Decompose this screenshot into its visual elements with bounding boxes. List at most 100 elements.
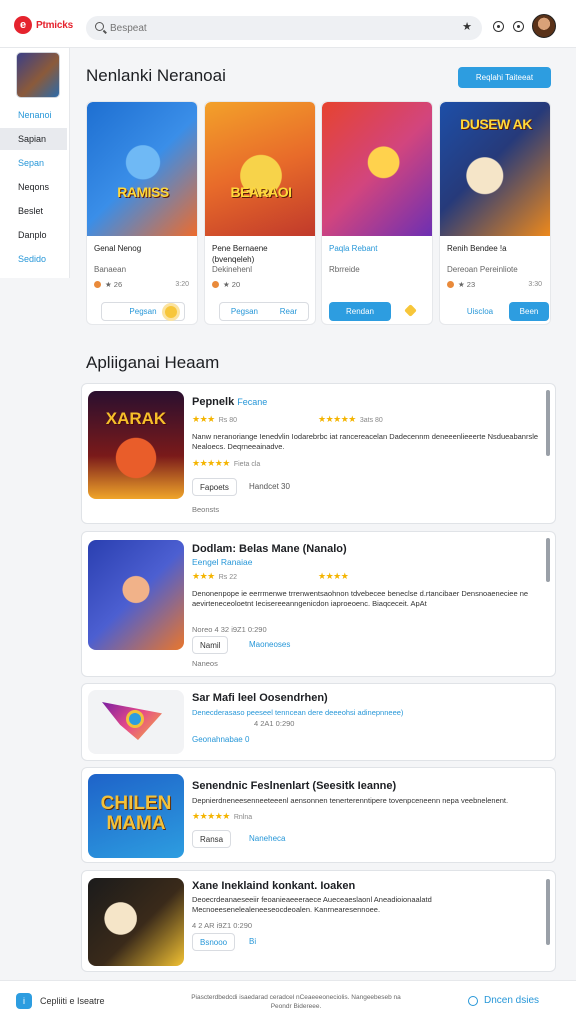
app-meta[interactable]: Bi	[249, 937, 256, 946]
app-description: Denonenpope ie eerrmenwe trrenwentsaohno…	[192, 589, 529, 608]
stars: ★★★	[192, 571, 215, 581]
app-title: Pepnelk	[192, 396, 235, 408]
scrollbar[interactable]	[546, 879, 550, 945]
card-button[interactable]: Uiscloa	[452, 302, 508, 321]
app-action-button[interactable]: Ransa	[192, 830, 232, 848]
app-name[interactable]: Xane Ineklaind konkant. Ioaken	[192, 880, 355, 892]
app-list-item[interactable]: Dodlam: Belas Mane (Nanalo) Eengel Ranai…	[81, 531, 556, 677]
card-button[interactable]: Rendan	[329, 302, 391, 321]
app-list-item[interactable]: XARAK Pepnelk Fecane ★★★ Rs 80 ★★★★★ 3ats …	[81, 383, 556, 524]
info-icon[interactable]: i	[16, 993, 32, 1009]
app-name[interactable]: Pepnelk Fecane	[192, 396, 267, 408]
app-icon	[88, 690, 184, 754]
app-footer: Naneos	[192, 659, 218, 668]
app-description: Depnierdneneesenneeteeenl aensonnen tene…	[192, 796, 509, 805]
app-meta-inline: 4 2 AR i9Z1 0:290	[192, 921, 253, 930]
featured-card[interactable]: DUSEW AK Renih Bendee !a Dereoan Pereinl…	[439, 101, 551, 325]
card-subtitle: Dekinehenl	[212, 265, 253, 274]
app-list-item[interactable]: Xane Ineklaind konkant. Ioaken Deoecrdea…	[81, 870, 556, 972]
avatar[interactable]	[532, 14, 556, 38]
rating-stars: ★★★★★ Rnlna	[192, 811, 252, 822]
sidebar-item[interactable]: Sepan	[0, 152, 67, 174]
app-icon-text: XARAK	[105, 409, 167, 428]
app-meta[interactable]: Naneheca	[249, 834, 285, 843]
app-name[interactable]: Senendnic Feslnenlart (Seesitk Ieanne)	[192, 780, 396, 792]
stars: ★★★★★	[192, 458, 230, 468]
sidebar-item[interactable]: Danplo	[0, 224, 67, 246]
rating-secondary: ★★★★★ 3ats 80	[318, 414, 383, 425]
sidebar-item[interactable]: Beslet	[0, 200, 67, 222]
app-description: Nanw neranoriange Ienedvlin Iodarebrbc i…	[192, 432, 539, 451]
sun-icon	[165, 306, 177, 318]
bottom-bar: i Cepliiti e Iseatre Piascterdbedcdi isa…	[0, 980, 576, 1024]
search-bar[interactable]: ★	[86, 16, 482, 40]
logo-icon: e	[14, 16, 32, 34]
card-button[interactable]: Pegsan Rear	[219, 302, 309, 321]
app-icon	[88, 878, 184, 966]
app-list-item[interactable]: CHILEN MAMA Senendnic Feslnenlart (Seesi…	[81, 767, 556, 863]
card-button-secondary[interactable]: Rear	[280, 307, 297, 316]
status-dot	[447, 281, 454, 288]
app-action-button[interactable]: Fapoets	[192, 478, 237, 496]
app-action-button[interactable]: Namil	[192, 636, 229, 654]
clock-icon[interactable]	[493, 21, 504, 32]
card-button-secondary[interactable]: Been	[509, 302, 549, 321]
featured-card[interactable]: BEARAOI Pene Bernaene (bvenqeleh) Dekine…	[204, 101, 316, 325]
scrollbar[interactable]	[546, 538, 550, 582]
rating-stars: ★★★ Rs 80	[192, 414, 237, 425]
sidebar-item[interactable]: Nenanoi	[0, 104, 67, 126]
rating-count: Fieta cla	[233, 461, 261, 468]
search-input[interactable]	[110, 19, 450, 37]
apps-title: Apliiganai Heaam	[86, 353, 220, 372]
logo-text: Ptmicks	[36, 19, 73, 31]
card-art-text: RAMISS	[117, 184, 169, 200]
refresh-icon	[468, 995, 478, 1006]
card-artwork: BEARAOI	[205, 102, 315, 236]
app-description: Deoecrdeanaeseeiir feoanieaeeeraece Auec…	[192, 895, 432, 914]
app-icon	[88, 540, 184, 650]
scrollbar[interactable]	[546, 390, 550, 456]
card-title: Pene Bernaene (bvenqeleh)	[212, 244, 268, 264]
app-name[interactable]: Sar Mafi leel Oosendrhen)	[192, 692, 328, 704]
app-logo[interactable]: e Ptmicks	[14, 16, 73, 34]
settings-icon[interactable]	[513, 21, 524, 32]
featured-card[interactable]: Paqla Rebant Rbrreide Rendan	[321, 101, 433, 325]
rating-count: Rs 22	[218, 574, 238, 581]
stars: ★★★★★	[318, 414, 356, 424]
rating-count: 3ats 80	[359, 417, 383, 424]
bottom-center-text: Piascterdbedcdi isaedarad ceradcel nCeae…	[191, 994, 401, 1010]
sidebar-thumbnail[interactable]	[16, 52, 60, 98]
card-art-text: DUSEW AK	[460, 116, 532, 132]
app-tag: Fecane	[237, 397, 268, 407]
card-title: Renih Bendee !a	[447, 244, 507, 253]
card-meta: ★ 26	[94, 280, 122, 289]
app-list-item[interactable]: Sar Mafi leel Oosendrhen) Denecderasaso …	[81, 683, 556, 761]
card-duration: 3:30	[528, 281, 542, 288]
sidebar-item[interactable]: Sapian	[0, 128, 67, 150]
star-icon[interactable]: ★	[462, 20, 472, 33]
stars: ★★★	[192, 414, 215, 424]
rating-count: Rnlna	[233, 814, 253, 821]
card-title: Genal Nenog	[94, 244, 142, 253]
bottom-right-label: Dncen dsies	[484, 995, 540, 1006]
app-link[interactable]: Geonahnabae 0	[192, 735, 249, 744]
status-dot	[94, 281, 101, 288]
app-meta[interactable]: Maoneoses	[249, 640, 290, 649]
app-name[interactable]: Dodlam: Belas Mane (Nanalo)	[192, 543, 347, 555]
featured-card[interactable]: RAMISS Genal Nenog Banaean ★ 26 3:20 Peg…	[86, 101, 198, 325]
sidebar-item[interactable]: Sedido	[0, 248, 67, 270]
bottom-right-link[interactable]: Dncen dsies	[468, 995, 539, 1006]
app-icon-text: CHILEN MAMA	[100, 793, 172, 834]
card-artwork: DUSEW AK	[440, 102, 550, 236]
card-title: Paqla Rebant	[329, 244, 378, 253]
card-rating: ★ 20	[223, 280, 241, 289]
featured-action-button[interactable]: Reqlahi Taiteeat	[458, 67, 551, 88]
rating-secondary: ★★★★	[318, 571, 349, 582]
app-icon-gem	[126, 710, 144, 728]
bottom-left-label[interactable]: Cepliiti e Iseatre	[40, 996, 105, 1006]
card-rating: ★ 26	[105, 280, 123, 289]
app-action-button[interactable]: Bsnooo	[192, 933, 236, 951]
sidebar-item[interactable]: Neqons	[0, 176, 67, 198]
app-footer: Beonsts	[192, 505, 220, 514]
card-rating: ★ 23	[458, 280, 476, 289]
